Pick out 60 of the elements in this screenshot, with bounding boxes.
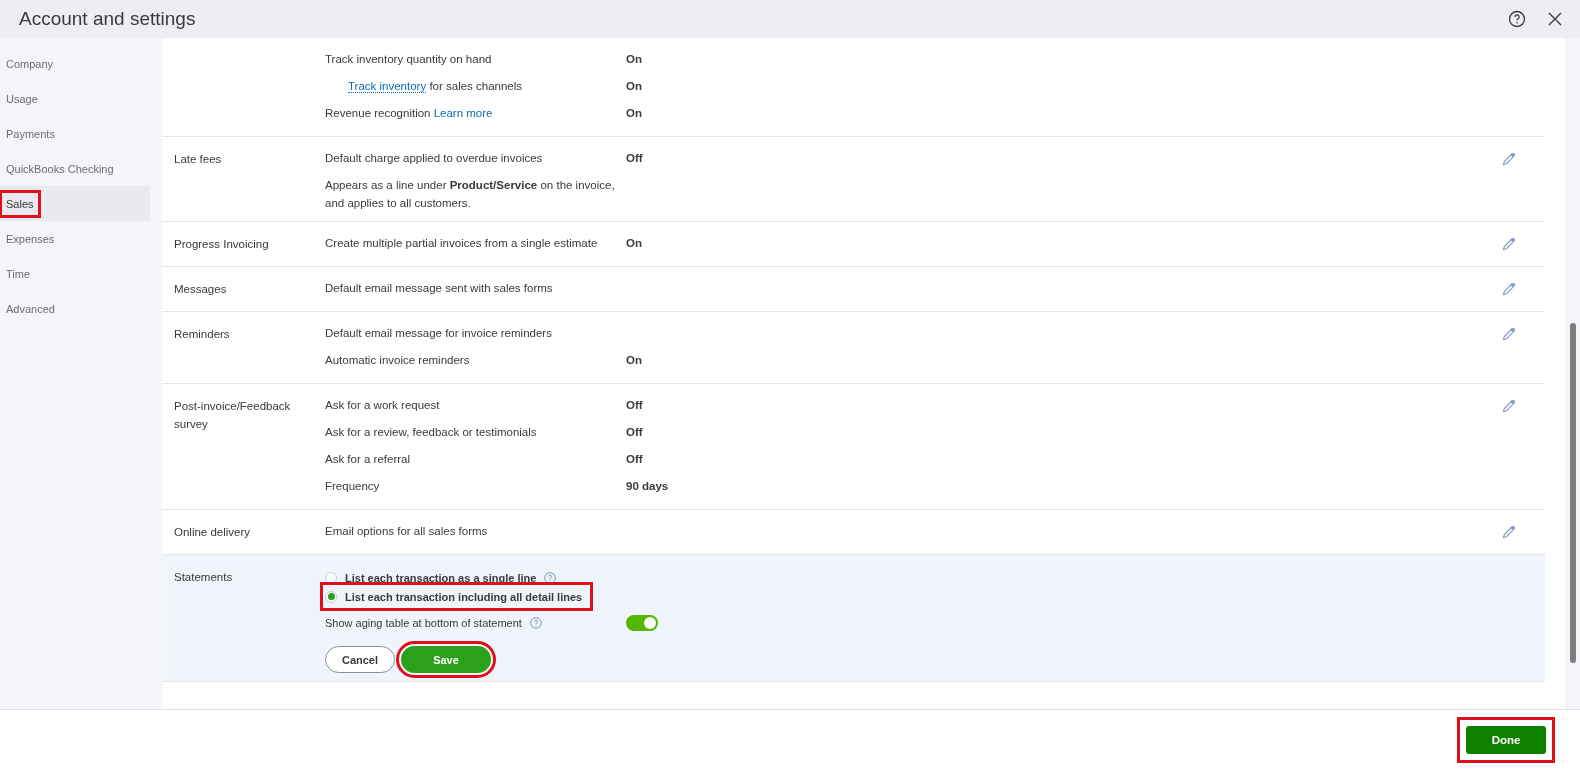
radio-option[interactable]: List each transaction including all detail lines — [325, 587, 589, 606]
setting-value: Off — [626, 398, 643, 413]
toggle-switch[interactable] — [626, 615, 658, 631]
pencil-icon[interactable] — [1501, 236, 1517, 252]
toggle-label: Show aging table at bottom of statement — [325, 617, 522, 629]
track-inventory-link[interactable]: Track inventory — [348, 80, 427, 93]
done-button[interactable]: Done — [1466, 725, 1546, 754]
setting-text: Appears as a line under Product/Service on the invoice, and applies to all customers. — [325, 178, 616, 211]
setting-text: Ask for a review, feedback or testimonials — [325, 425, 538, 440]
setting-value: On — [626, 52, 642, 67]
setting-value: Off — [626, 151, 643, 166]
setting-value: Off — [626, 425, 643, 440]
sidebar-item[interactable]: Payments — [0, 116, 150, 151]
sidebar-item[interactable]: Company — [0, 46, 150, 81]
setting-text: Track inventory for sales channels — [348, 79, 524, 95]
radio-button[interactable] — [325, 590, 337, 603]
setting-text: Default email message for invoice reminders — [325, 326, 553, 341]
radio-label: List each transaction including all detail lines — [345, 590, 583, 603]
section-label: Late fees — [174, 152, 223, 167]
pencil-icon[interactable] — [1501, 398, 1517, 414]
help-icon[interactable] — [1508, 10, 1526, 28]
setting-text: Default email message sent with sales forms — [325, 281, 554, 296]
scrollbar-thumb[interactable] — [1569, 323, 1576, 663]
sidebar-item[interactable]: QuickBooks Checking — [0, 151, 150, 186]
setting-text: Email options for all sales forms — [325, 524, 489, 539]
sidebar-item[interactable]: Expenses — [0, 221, 150, 256]
setting-text: Default charge applied to overdue invoices — [325, 151, 544, 166]
setting-text: Track inventory quantity on hand — [325, 52, 493, 67]
pencil-icon[interactable] — [1501, 281, 1517, 297]
setting-text: Ask for a referral — [325, 452, 411, 467]
setting-value: 90 days — [626, 479, 669, 494]
help-icon[interactable] — [544, 571, 557, 584]
sidebar-item[interactable]: Advanced — [0, 291, 150, 326]
setting-value: On — [626, 353, 642, 368]
section-label: Statements — [174, 570, 234, 585]
section-label: Progress Invoicing — [174, 237, 270, 252]
setting-text: Ask for a work request — [325, 398, 441, 413]
setting-text: Frequency — [325, 479, 381, 494]
section-label: Post-invoice/Feedback survey — [174, 399, 292, 432]
setting-value: On — [626, 236, 642, 251]
section-label: Reminders — [174, 327, 231, 342]
close-icon[interactable] — [1548, 12, 1562, 26]
learn-more-link[interactable]: Learn more — [433, 107, 493, 119]
setting-text: Automatic invoice reminders — [325, 353, 471, 368]
setting-value: On — [626, 79, 642, 94]
pencil-icon[interactable] — [1501, 151, 1517, 167]
pencil-icon[interactable] — [1501, 524, 1517, 540]
section-label: Messages — [174, 282, 228, 297]
sidebar-item[interactable]: Sales — [0, 186, 150, 221]
sidebar-item[interactable]: Usage — [0, 81, 150, 116]
setting-text: Create multiple partial invoices from a single estimate — [325, 236, 599, 251]
window-title: Account and settings — [19, 8, 197, 30]
setting-value: On — [626, 106, 642, 121]
radio-button[interactable] — [325, 571, 337, 584]
section-label: Online delivery — [174, 525, 252, 540]
sidebar-item[interactable]: Time — [0, 256, 150, 291]
cancel-button[interactable]: Cancel — [325, 646, 395, 673]
setting-value: Off — [626, 452, 643, 467]
pencil-icon[interactable] — [1501, 326, 1517, 342]
setting-text: Revenue recognition Learn more — [325, 106, 494, 121]
